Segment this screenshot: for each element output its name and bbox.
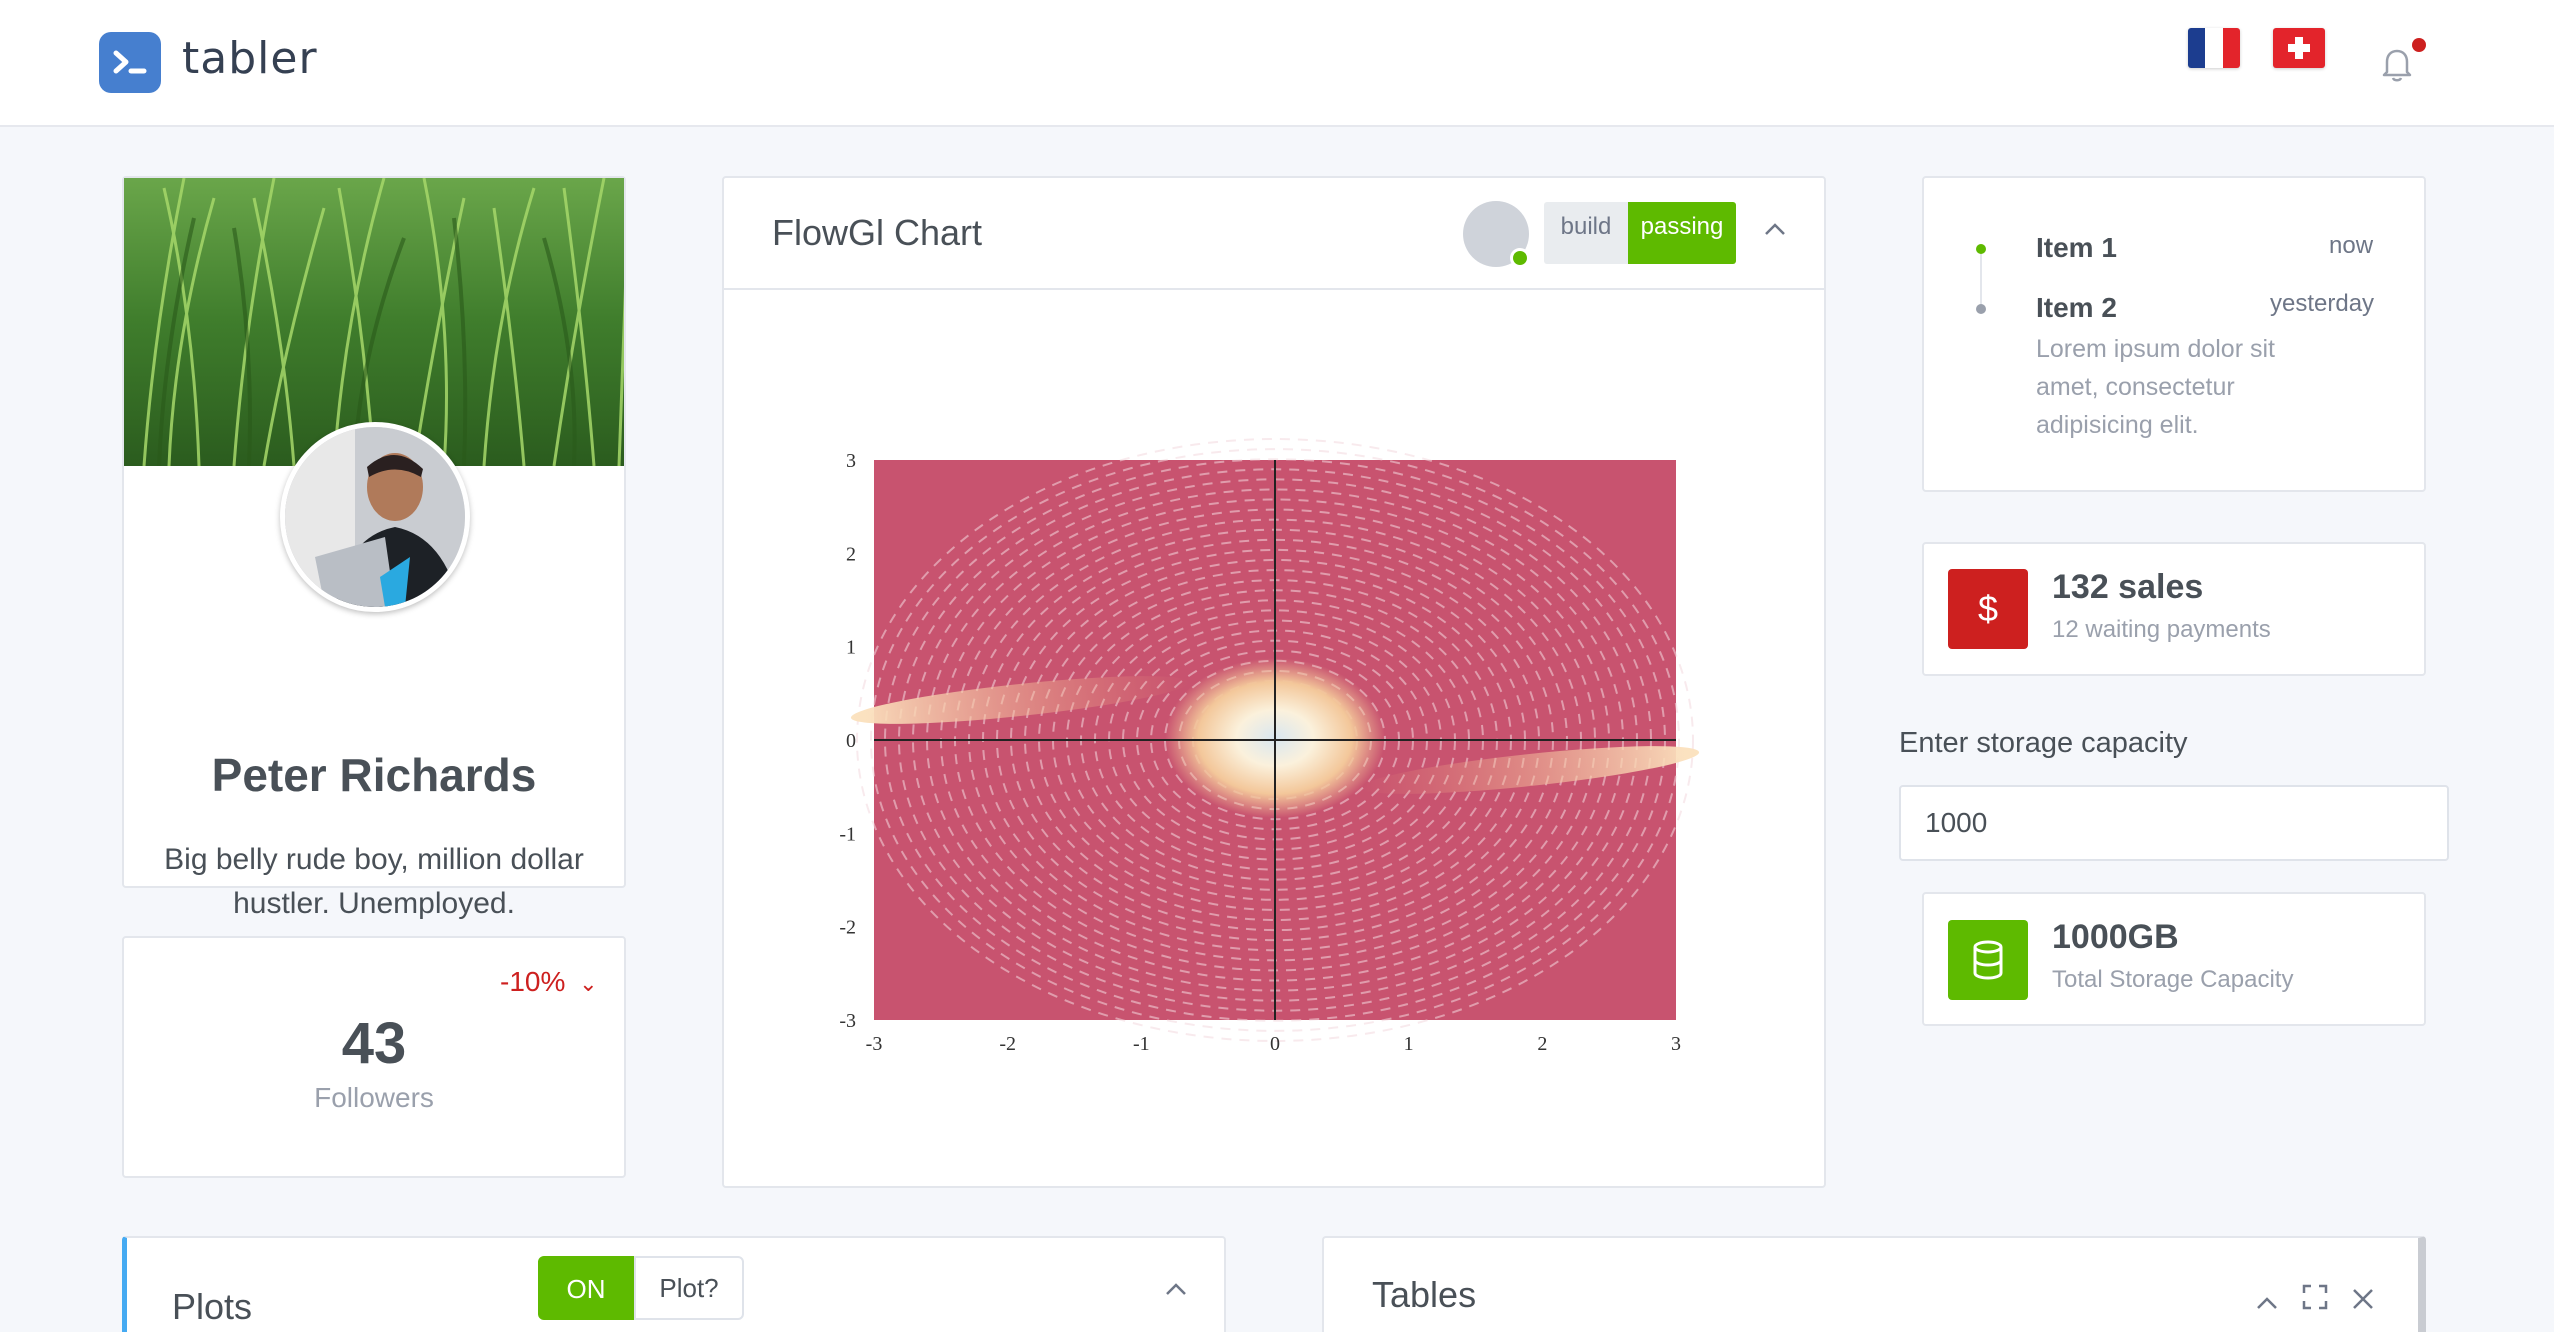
flowgl-chart-plot[interactable]: -3 -2 -1 0 1 2 3 3 2 1 0 -1 -2 -3 (820, 430, 1700, 1070)
storage-sub: Total Storage Capacity (2052, 966, 2294, 993)
y-tick-label: 1 (846, 637, 856, 659)
timeline-line (1980, 250, 1982, 306)
x-tick-label: -3 (866, 1033, 883, 1055)
collapse-chevron-up-icon[interactable] (1165, 1272, 1187, 1303)
profile-avatar (280, 422, 470, 612)
timeline-dot-1 (1976, 244, 1986, 254)
followers-count: 43 (341, 1011, 407, 1076)
y-tick-label: 2 (846, 543, 856, 565)
collapse-chevron-up-icon[interactable] (2256, 1286, 2278, 1317)
chevron-down-icon: ⌄ (579, 971, 598, 996)
flag-fr-icon[interactable] (2188, 28, 2240, 68)
timeline-dot-2 (1976, 304, 1986, 314)
passing-badge: passing (1628, 202, 1736, 264)
x-tick-label: 3 (1671, 1033, 1681, 1055)
logo-terminal-icon[interactable] (99, 32, 161, 93)
y-tick-label: 3 (846, 450, 856, 472)
notification-dot (2412, 38, 2426, 52)
plots-title: Plots (172, 1286, 253, 1327)
x-axis-ticks: -3 -2 -1 0 1 2 3 (866, 1033, 1681, 1055)
y-tick-label: -1 (839, 823, 856, 845)
y-axis-ticks: 3 2 1 0 -1 -2 -3 (839, 450, 856, 1032)
profile-card: Peter Richards Big belly rude boy, milli… (122, 176, 626, 1016)
online-status-dot (1510, 248, 1530, 268)
y-tick-label: -3 (839, 1010, 856, 1032)
logo-text[interactable]: tabler (182, 33, 318, 84)
storage-capacity-input[interactable] (1899, 785, 2449, 861)
followers-change-value: -10% (500, 966, 566, 997)
x-tick-label: 1 (1404, 1033, 1414, 1055)
build-badge: build (1544, 202, 1628, 264)
flag-ch-icon[interactable] (2273, 28, 2325, 68)
dollar-icon: $ (1948, 569, 2028, 649)
y-tick-label: -2 (839, 917, 856, 939)
timeline-item-title: Item 2 (2036, 292, 2117, 323)
fullscreen-icon[interactable] (2302, 1284, 2328, 1317)
tables-card (1322, 1236, 2426, 1332)
tables-title: Tables (1372, 1274, 1477, 1315)
followers-label: Followers (314, 1082, 434, 1113)
timeline-item-title: Item 1 (2036, 232, 2117, 263)
flowgl-chart-title: FlowGl Chart (772, 212, 983, 253)
plot-toggle-on-button[interactable]: ON (538, 1256, 634, 1320)
sales-value: 132 sales (2052, 568, 2204, 606)
x-tick-label: 0 (1270, 1033, 1280, 1055)
plot-toggle-label[interactable]: Plot? (634, 1256, 744, 1320)
collapse-chevron-up-icon[interactable] (1764, 212, 1786, 243)
timeline-item-description: Lorem ipsum dolor sit amet, consectetur … (2036, 335, 2275, 439)
x-tick-label: -2 (999, 1033, 1016, 1055)
profile-name: Peter Richards (211, 749, 537, 801)
y-tick-label: 0 (846, 730, 856, 752)
bell-icon[interactable] (2379, 44, 2415, 84)
timeline-item-time: now (2329, 232, 2374, 259)
close-icon[interactable] (2352, 1286, 2374, 1317)
x-tick-label: 2 (1537, 1033, 1547, 1055)
storage-input-label: Enter storage capacity (1899, 727, 2188, 759)
x-tick-label: -1 (1133, 1033, 1150, 1055)
sales-sub: 12 waiting payments (2052, 616, 2271, 643)
top-bar: tabler (0, 0, 2554, 127)
timeline-item-time: yesterday (2270, 290, 2375, 317)
database-icon (1948, 920, 2028, 1000)
profile-bio: Big belly rude boy, million dollar hustl… (164, 843, 584, 920)
followers-change: -10% ⌄ (500, 966, 598, 998)
storage-value: 1000GB (2052, 918, 2179, 956)
card-header-divider (724, 288, 1824, 290)
